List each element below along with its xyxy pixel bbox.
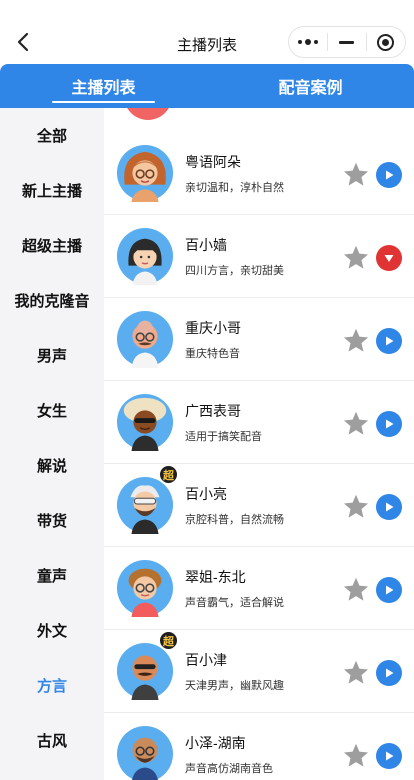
play-icon: [386, 502, 394, 512]
target-icon: [377, 33, 395, 51]
category-new[interactable]: 新上主播: [0, 163, 104, 218]
avatar: [116, 725, 174, 780]
play-button[interactable]: [376, 743, 402, 769]
play-icon: [386, 585, 394, 595]
tab-anchor-list[interactable]: 主播列表: [0, 64, 207, 108]
avatar: [116, 642, 174, 700]
category-sidebar: 全部 新上主播 超级主播 我的克隆音 男声 女生 解说 带货 童声 外文 方言 …: [0, 108, 104, 780]
play-icon: [386, 668, 394, 678]
triangle-down-icon: [384, 255, 394, 262]
voice-name: 广西表哥: [185, 403, 241, 419]
avatar: [116, 393, 174, 451]
stop-button[interactable]: [376, 245, 402, 271]
category-ancient[interactable]: 古风: [0, 713, 104, 768]
voice-name: 百小亮: [185, 486, 227, 502]
list-item[interactable]: 重庆小哥 重庆特色音: [104, 298, 414, 381]
voice-description: 京腔科普，自然流畅: [185, 514, 284, 526]
star-icon[interactable]: [342, 742, 370, 769]
star-icon[interactable]: [342, 576, 370, 603]
play-button[interactable]: [376, 494, 402, 520]
more-dots-icon: [298, 39, 318, 45]
play-button[interactable]: [376, 162, 402, 188]
avatar: [116, 144, 174, 202]
minimize-button[interactable]: [328, 27, 366, 57]
voice-description: 声音高仿湖南音色: [185, 763, 273, 775]
star-icon[interactable]: [342, 493, 370, 520]
avatar: [116, 559, 174, 617]
voice-name: 百小嫱: [185, 237, 227, 253]
star-icon[interactable]: [342, 659, 370, 686]
list-item[interactable]: 百小嫱 四川方言，亲切甜美: [104, 215, 414, 298]
more-button[interactable]: [289, 27, 327, 57]
minus-icon: [339, 40, 355, 44]
play-button[interactable]: [376, 660, 402, 686]
tab-dubbing-cases[interactable]: 配音案例: [207, 64, 414, 108]
star-icon[interactable]: [342, 161, 370, 188]
avatar: [116, 310, 174, 368]
avatar: [116, 476, 174, 534]
list-item[interactable]: 翠姐-东北 声音霸气，适合解说: [104, 547, 414, 630]
avatar: [116, 227, 174, 285]
voice-description: 天津男声，幽默风趣: [185, 680, 284, 692]
star-icon[interactable]: [342, 410, 370, 437]
play-button[interactable]: [376, 577, 402, 603]
mini-program-capsule: [288, 26, 406, 58]
list-item[interactable]: 小泽-湖南 声音高仿湖南音色: [104, 713, 414, 780]
star-icon[interactable]: [342, 327, 370, 354]
list-item[interactable]: 超 百小津 天津男声，幽默风趣: [104, 630, 414, 713]
play-icon: [386, 419, 394, 429]
voice-name: 百小津: [185, 652, 227, 668]
voice-name: 小泽-湖南: [185, 735, 246, 751]
voice-list[interactable]: 粤语阿朵 亲切温和，淳朴自然 百小嫱 四川方言，亲切甜美 重庆小哥 重庆特色音 …: [104, 108, 414, 780]
category-narration[interactable]: 解说: [0, 438, 104, 493]
play-icon: [386, 751, 394, 761]
list-item[interactable]: 粤语阿朵 亲切温和，淳朴自然: [104, 132, 414, 215]
category-ecommerce[interactable]: 带货: [0, 493, 104, 548]
category-dialect[interactable]: 方言: [0, 658, 104, 713]
voice-description: 四川方言，亲切甜美: [185, 265, 284, 277]
super-badge: 超: [159, 465, 178, 484]
star-icon[interactable]: [342, 244, 370, 271]
play-icon: [386, 336, 394, 346]
category-child[interactable]: 童声: [0, 548, 104, 603]
category-male[interactable]: 男声: [0, 328, 104, 383]
list-item[interactable]: 超 百小亮 京腔科普，自然流畅: [104, 464, 414, 547]
navigation-bar: 主播列表: [0, 0, 414, 64]
active-tab-indicator: [52, 101, 155, 103]
list-item[interactable]: 广西表哥 适用于搞笑配音: [104, 381, 414, 464]
category-super[interactable]: 超级主播: [0, 218, 104, 273]
voice-name: 重庆小哥: [185, 320, 241, 336]
voice-description: 声音霸气，适合解说: [185, 597, 284, 609]
voice-description: 重庆特色音: [185, 348, 240, 360]
tab-label: 配音案例: [278, 80, 343, 97]
tab-bar: 主播列表 配音案例: [0, 64, 414, 108]
tab-label: 主播列表: [71, 80, 136, 97]
play-button[interactable]: [376, 411, 402, 437]
avatar: [124, 108, 172, 120]
play-button[interactable]: [376, 328, 402, 354]
play-icon: [386, 170, 394, 180]
category-my-clone[interactable]: 我的克隆音: [0, 273, 104, 328]
category-female[interactable]: 女生: [0, 383, 104, 438]
voice-description: 适用于搞笑配音: [185, 431, 262, 443]
voice-name: 翠姐-东北: [185, 569, 246, 585]
voice-name: 粤语阿朵: [185, 154, 241, 170]
super-badge: 超: [159, 631, 178, 650]
category-foreign[interactable]: 外文: [0, 603, 104, 658]
category-all[interactable]: 全部: [0, 108, 104, 163]
close-mini-program-button[interactable]: [367, 27, 405, 57]
voice-description: 亲切温和，淳朴自然: [185, 182, 284, 194]
